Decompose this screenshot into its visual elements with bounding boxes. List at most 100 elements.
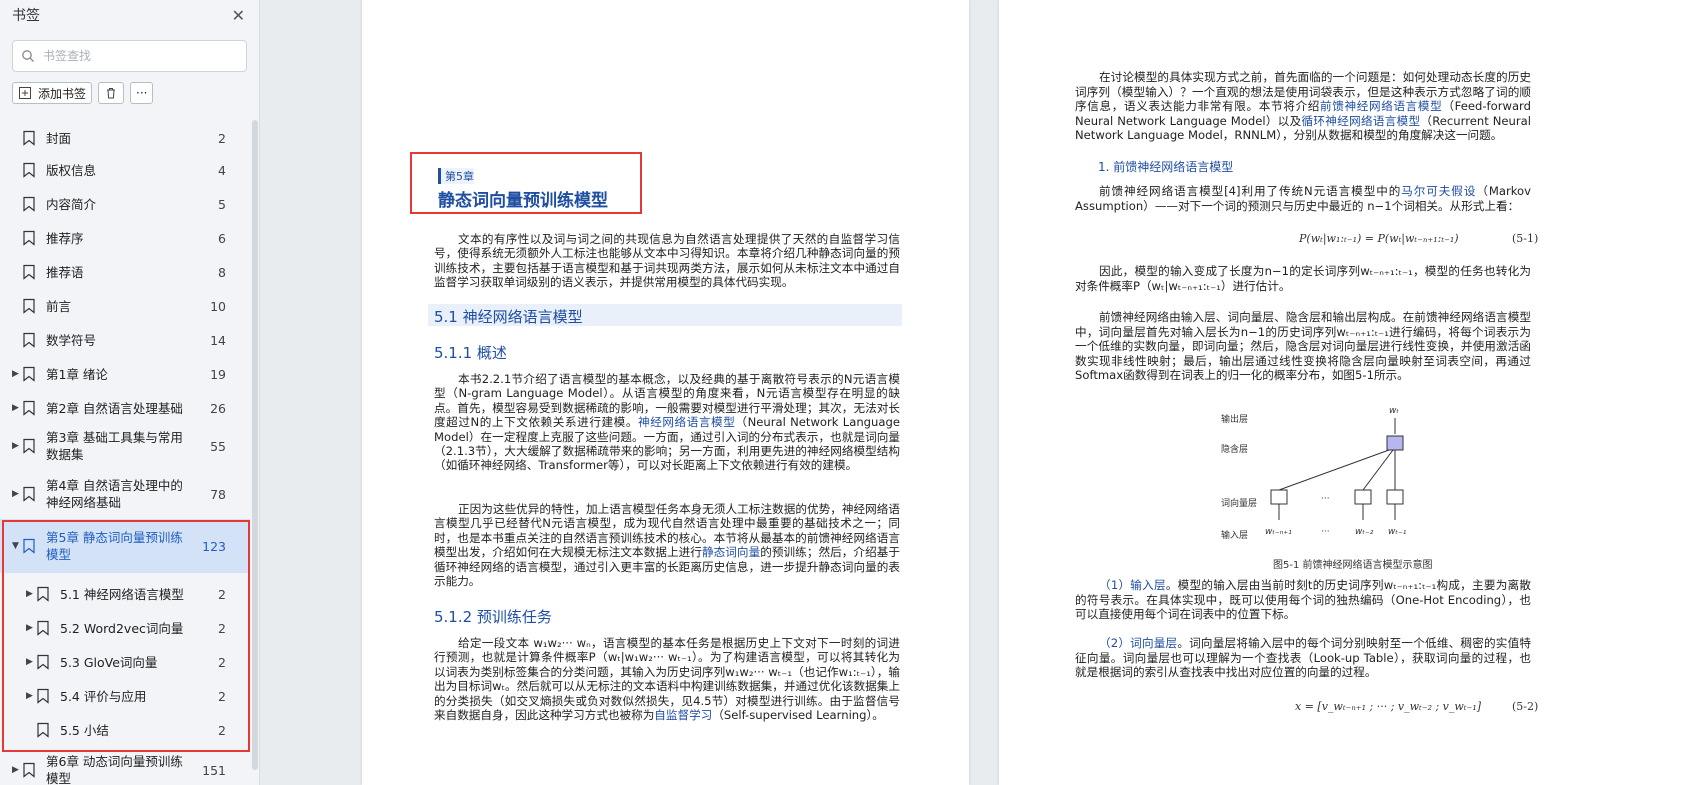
add-bookmark-button[interactable]: 添加书签 xyxy=(12,82,93,104)
term-link[interactable]: 自监督学习 xyxy=(654,708,712,722)
bookmark-icon xyxy=(23,332,35,348)
term-link[interactable]: （2）词向量层 xyxy=(1099,636,1177,650)
section-heading-5-1: 5.1 神经网络语言模型 xyxy=(434,308,583,326)
bookmark-title: 封面 xyxy=(46,130,72,146)
bookmark-subitem[interactable]: ▶ 5.2 Word2vec词向量 2 xyxy=(0,612,250,644)
sidebar-scrollbar[interactable] xyxy=(252,120,258,770)
term-link[interactable]: 静态词向量 xyxy=(702,545,760,559)
bookmark-icon xyxy=(23,438,35,454)
label-input-layer: 输入层 xyxy=(1221,531,1249,541)
ellipsis: ··· xyxy=(1321,494,1330,504)
delete-bookmark-button[interactable] xyxy=(98,82,125,104)
document-page-right: 在讨论模型的具体实现方式之前，首先面临的一个问题是：如何处理动态长度的历史词序列… xyxy=(999,0,1683,785)
bookmark-icon xyxy=(23,264,35,280)
bookmark-subitem[interactable]: ▶ 5.3 GloVe词向量 2 xyxy=(0,646,250,678)
bookmark-icon xyxy=(37,688,49,704)
bookmark-icon xyxy=(37,654,49,670)
bookmark-item[interactable]: ▼ 第5章 静态词向量预训练模型 123 xyxy=(0,519,250,573)
bookmark-icon xyxy=(23,230,35,246)
caret-right-icon[interactable]: ▶ xyxy=(12,403,19,413)
figure-caption: 图5-1 前馈神经网络语言模型示意图 xyxy=(1273,560,1433,571)
text-run: （Self-supervised Learning）。 xyxy=(712,708,884,723)
caret-down-icon[interactable]: ▼ xyxy=(12,541,19,551)
caret-right-icon[interactable]: ▶ xyxy=(26,623,33,633)
bookmark-item[interactable]: 前言 10 xyxy=(0,290,250,322)
bookmark-search-box[interactable] xyxy=(12,40,247,72)
caret-right-icon[interactable]: ▶ xyxy=(12,489,19,499)
close-icon[interactable]: ✕ xyxy=(232,6,245,25)
bookmark-item[interactable]: 推荐语 8 xyxy=(0,256,250,288)
hidden-node xyxy=(1386,435,1404,451)
caret-right-icon[interactable]: ▶ xyxy=(12,441,19,451)
term-link[interactable]: 循环神经网络语言模型 xyxy=(1302,114,1421,128)
term-link[interactable]: 前馈神经网络语言模型 xyxy=(1320,99,1442,113)
chapter-title: 静态词向量预训练模型 xyxy=(438,191,608,211)
paragraph-layers: 前馈神经网络由输入层、词向量层、隐含层和输出层构成。在前馈神经网络语言模型中，词… xyxy=(1075,310,1531,383)
bookmark-title: 推荐序 xyxy=(46,230,84,246)
edge xyxy=(1362,449,1394,491)
input-word: wₜ₋ₙ₊₁ xyxy=(1265,527,1292,537)
bookmark-title: 第2章 自然语言处理基础 xyxy=(46,400,183,416)
bookmark-search-input[interactable] xyxy=(43,49,238,63)
bookmark-page-number: 2 xyxy=(218,722,226,738)
bookmark-subitem[interactable]: ▶ 5.1 神经网络语言模型 2 xyxy=(0,578,250,610)
formula-5-2: x = [v_wₜ₋ₙ₊₁ ; ··· ; v_wₜ₋₂ ; v_wₜ₋₁] xyxy=(1295,700,1482,713)
bookmark-icon xyxy=(23,762,35,778)
bookmark-title: 第4章 自然语言处理中的神经网络基础 xyxy=(46,478,183,510)
sidebar-title: 书签 xyxy=(12,8,40,24)
bookmark-icon xyxy=(23,486,35,502)
output-word: wₜ xyxy=(1389,406,1400,416)
bookmark-item[interactable]: ▶ 第3章 基础工具集与常用数据集 55 xyxy=(0,424,250,468)
paragraph-input: 因此，模型的输入变成了长度为n−1的定长词序列wₜ₋ₙ₊₁:ₜ₋₁，模型的任务也… xyxy=(1075,264,1531,293)
bookmark-title: 5.2 Word2vec词向量 xyxy=(60,620,184,636)
bookmark-item[interactable]: 推荐序 6 xyxy=(0,222,250,254)
bookmark-item[interactable]: 数学符号 14 xyxy=(0,324,250,356)
caret-right-icon[interactable]: ▶ xyxy=(26,691,33,701)
caret-right-icon[interactable]: ▶ xyxy=(26,589,33,599)
more-options-button[interactable]: ··· xyxy=(130,82,154,104)
term-link[interactable]: （1）输入层 xyxy=(1099,578,1166,592)
bookmark-item[interactable]: ▶ 第1章 绪论 19 xyxy=(0,358,250,390)
paragraph-embedding-layer: （2）词向量层。词向量层将输入层中的每个词分别映射至一个低维、稠密的实值特征向量… xyxy=(1075,636,1531,680)
equation-number: (5-1) xyxy=(1512,232,1539,245)
bookmark-subitem[interactable]: 5.5 小结 2 xyxy=(0,714,250,746)
caret-right-icon[interactable]: ▶ xyxy=(12,369,19,379)
bookmark-page-number: 2 xyxy=(218,586,226,602)
bookmark-subitem[interactable]: ▶ 5.4 评价与应用 2 xyxy=(0,680,250,712)
bookmark-title: 第3章 基础工具集与常用数据集 xyxy=(46,430,183,462)
bookmark-item[interactable]: 封面 2 xyxy=(0,122,250,154)
document-viewport[interactable]: 第5章 静态词向量预训练模型 文本的有序性以及词与词之间的共现信息为自然语言处理… xyxy=(262,0,1683,785)
paragraph-advantages: 正因为这些优异的特性，加上语言模型任务本身无须人工标注数据的优势，神经网络语言模… xyxy=(434,502,900,588)
bookmark-title: 5.1 神经网络语言模型 xyxy=(60,586,184,602)
label-embedding-layer: 词向量层 xyxy=(1221,499,1258,509)
bookmark-page-number: 151 xyxy=(202,762,226,778)
term-link[interactable]: 神经网络语言模型 xyxy=(638,415,735,429)
bookmark-item[interactable]: 版权信息 4 xyxy=(0,154,250,186)
label-hidden-layer: 隐含层 xyxy=(1221,445,1249,455)
bookmark-item[interactable]: 内容简介 5 xyxy=(0,188,250,220)
bookmark-icon xyxy=(23,538,35,554)
bookmark-page-number: 5 xyxy=(218,196,226,212)
bookmark-icon xyxy=(37,620,49,636)
bookmark-item[interactable]: ▶ 第4章 自然语言处理中的神经网络基础 78 xyxy=(0,472,250,516)
bookmark-icon xyxy=(23,298,35,314)
intro-paragraph: 文本的有序性以及词与词之间的共现信息为自然语言处理提供了天然的自监督学习信号，使… xyxy=(434,232,900,290)
bookmark-title: 5.3 GloVe词向量 xyxy=(60,654,158,670)
embed-node xyxy=(1270,489,1288,505)
section-heading-5-1-2: 5.1.2 预训练任务 xyxy=(434,608,552,626)
term-link[interactable]: 马尔可夫假设 xyxy=(1401,184,1476,198)
input-word: wₜ₋₂ xyxy=(1355,527,1374,537)
paragraph-pretraining: 给定一段文本 w₁w₂··· wₙ，语言模型的基本任务是根据历史上下文对下一时刻… xyxy=(434,636,900,722)
caret-right-icon[interactable]: ▶ xyxy=(12,765,19,775)
bookmark-page-number: 123 xyxy=(202,538,226,554)
bookmark-item[interactable]: ▶ 第6章 动态词向量预训练模型 151 xyxy=(0,754,250,785)
label-output-layer: 输出层 xyxy=(1221,415,1249,425)
edge xyxy=(1278,449,1390,491)
caret-right-icon[interactable]: ▶ xyxy=(26,657,33,667)
bookmark-icon xyxy=(37,586,49,602)
more-icon: ··· xyxy=(136,86,148,100)
bookmark-page-number: 6 xyxy=(218,230,226,246)
bookmark-item[interactable]: ▶ 第2章 自然语言处理基础 26 xyxy=(0,392,250,424)
bookmark-icon xyxy=(37,722,49,738)
bookmark-page-number: 8 xyxy=(218,264,226,280)
